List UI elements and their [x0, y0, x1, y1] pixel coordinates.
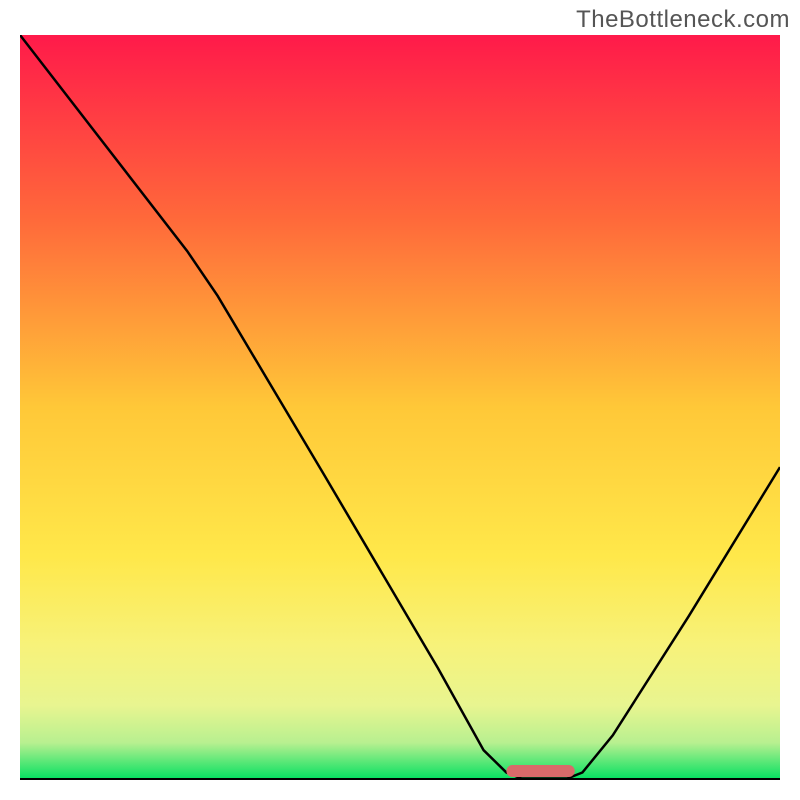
- watermark-text: TheBottleneck.com: [576, 6, 790, 34]
- gradient-background: [20, 35, 780, 780]
- optimal-marker: [506, 765, 574, 777]
- chart-svg: [20, 35, 780, 780]
- bottleneck-chart: [20, 35, 780, 780]
